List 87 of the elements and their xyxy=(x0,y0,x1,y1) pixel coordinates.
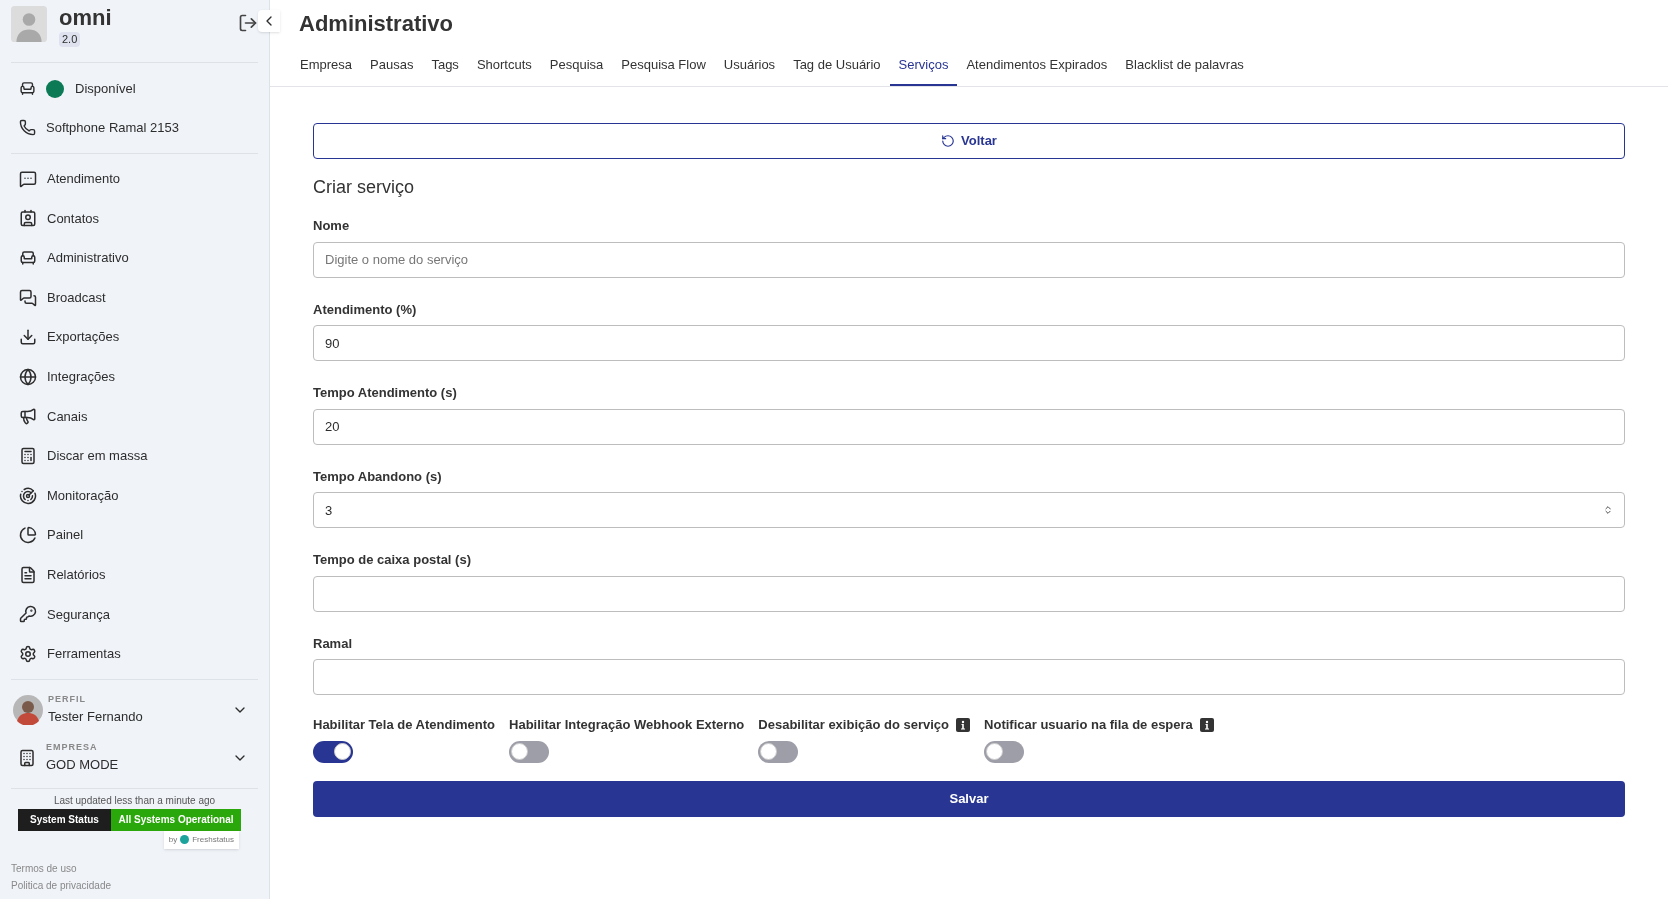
tab[interactable]: Pesquisa xyxy=(540,46,613,86)
tab[interactable]: Pesquisa Flow xyxy=(612,46,715,86)
input-field[interactable] xyxy=(313,575,1625,612)
nav-item[interactable]: Discar em massa xyxy=(11,436,258,476)
nav-item[interactable]: Integrações xyxy=(11,356,258,397)
tab[interactable]: Serviços xyxy=(889,46,958,86)
tab[interactable]: Blacklist de palavras xyxy=(1116,46,1253,86)
toggle-switch[interactable] xyxy=(509,740,550,763)
user-avatar xyxy=(13,694,43,725)
toggle-switch[interactable] xyxy=(758,740,799,763)
company-name: GOD MODE xyxy=(46,755,119,774)
system-status-label: System Status xyxy=(18,808,111,831)
target-icon xyxy=(19,486,37,505)
nav-item[interactable]: Monitoração xyxy=(11,475,258,516)
contact-card-icon xyxy=(19,209,37,228)
tab[interactable]: Empresa xyxy=(291,46,362,86)
softphone-label: Softphone Ramal 2153 xyxy=(46,118,179,137)
save-button[interactable]: Salvar xyxy=(313,780,1625,817)
input-field[interactable]: Digite o nome do serviço xyxy=(313,241,1625,278)
last-updated-text: Last updated less than a minute ago xyxy=(53,793,216,808)
logo-avatar xyxy=(11,6,47,42)
key-icon xyxy=(19,605,37,624)
field-label: Atendimento (%) xyxy=(313,300,418,319)
by-text: by xyxy=(168,833,178,846)
megaphone-icon xyxy=(19,407,37,426)
tab[interactable]: Tags xyxy=(422,46,468,86)
chair-icon xyxy=(19,249,37,267)
nav-item[interactable]: Relatórios xyxy=(11,554,258,595)
nav-item[interactable]: Segurança xyxy=(11,594,258,635)
globe-icon xyxy=(19,367,37,386)
number-field[interactable]: 3 xyxy=(313,492,1625,528)
system-status-badge[interactable]: System Status All Systems Operational xyxy=(18,808,241,831)
chat-icon xyxy=(19,169,37,188)
input-field[interactable]: 90 xyxy=(313,325,1625,361)
undo-icon xyxy=(941,134,956,148)
info-icon[interactable] xyxy=(1199,717,1214,732)
toggle-label: Desabilitar exibição do serviço xyxy=(758,716,950,734)
system-status-value: All Systems Operational xyxy=(110,808,241,831)
nav-item[interactable]: Contatos xyxy=(11,198,258,239)
tab[interactable]: Shortcuts xyxy=(467,46,541,86)
nav-item[interactable]: Exportações xyxy=(11,317,258,357)
tab[interactable]: Usuários xyxy=(714,46,785,86)
nav-item[interactable]: Atendimento xyxy=(11,159,258,199)
toggle-label: Notificar usuario na fila de espera xyxy=(984,716,1193,734)
phone-icon xyxy=(19,119,36,136)
company-caption: EMPRESA xyxy=(46,741,99,755)
input-field[interactable]: 20 xyxy=(313,408,1625,445)
status-selector[interactable]: Disponível xyxy=(11,69,258,108)
document-icon xyxy=(19,565,37,584)
status-label: Disponível xyxy=(75,79,136,98)
profile-caption: PERFIL xyxy=(48,693,87,707)
field-label: Tempo de caixa postal (s) xyxy=(313,551,472,569)
tab[interactable]: Atendimentos Expirados xyxy=(957,46,1117,86)
chat-bubbles-icon xyxy=(19,288,37,307)
field-label: Ramal xyxy=(313,634,354,653)
nav-item[interactable]: Painel xyxy=(11,515,258,555)
tab[interactable]: Tag de Usuário xyxy=(784,46,890,86)
chair-icon xyxy=(19,80,36,97)
toggle-switch[interactable] xyxy=(313,740,353,763)
field-label: Nome xyxy=(313,217,351,235)
logout-icon[interactable] xyxy=(238,13,258,33)
provider-text: Freshstatus xyxy=(192,833,234,846)
info-icon[interactable] xyxy=(956,717,971,732)
download-icon xyxy=(19,328,37,347)
app-name: omni xyxy=(59,6,112,30)
nav-item[interactable]: Administrativo xyxy=(11,238,258,278)
pie-chart-icon xyxy=(19,526,37,545)
nav-item[interactable]: Canais xyxy=(11,396,258,437)
tab[interactable]: Pausas xyxy=(361,46,423,86)
freshstatus-logo-icon xyxy=(180,835,190,845)
field-label: Tempo Atendimento (s) xyxy=(313,384,458,402)
nav-item[interactable]: Broadcast xyxy=(11,277,258,318)
page-title: Administrativo xyxy=(298,10,455,38)
spinner-icon[interactable] xyxy=(1603,505,1613,515)
profile-name: Tester Fernando xyxy=(48,707,143,726)
field-label: Tempo Abandono (s) xyxy=(313,467,443,486)
nav-item[interactable]: Ferramentas xyxy=(11,634,258,674)
keypad-icon xyxy=(19,446,37,465)
toggle-switch[interactable] xyxy=(984,740,1025,763)
input-field[interactable] xyxy=(313,659,1625,695)
form-title: Criar serviço xyxy=(313,176,415,199)
version-tag: 2.0 xyxy=(59,32,81,47)
building-icon xyxy=(18,748,36,767)
toggle-label: Habilitar Tela de Atendimento xyxy=(313,716,496,734)
toggle-label: Habilitar Integração Webhook Externo xyxy=(509,716,745,734)
back-button[interactable]: Voltar xyxy=(313,123,1625,159)
settings-icon xyxy=(19,644,37,663)
